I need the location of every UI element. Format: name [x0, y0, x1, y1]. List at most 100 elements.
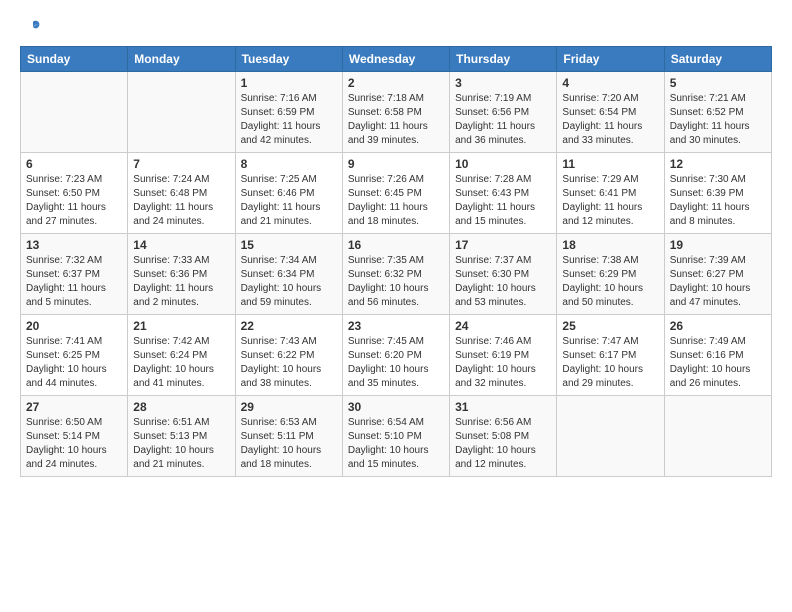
- day-number: 22: [241, 319, 337, 333]
- day-number: 20: [26, 319, 122, 333]
- day-info: Sunrise: 7:30 AM Sunset: 6:39 PM Dayligh…: [670, 173, 766, 229]
- day-number: 27: [26, 400, 122, 414]
- day-info: Sunrise: 7:49 AM Sunset: 6:16 PM Dayligh…: [670, 335, 766, 391]
- day-info: Sunrise: 7:25 AM Sunset: 6:46 PM Dayligh…: [241, 173, 337, 229]
- day-number: 17: [455, 238, 551, 252]
- calendar-cell: 26 Sunrise: 7:49 AM Sunset: 6:16 PM Dayli…: [664, 315, 771, 396]
- day-info: Sunrise: 7:38 AM Sunset: 6:29 PM Dayligh…: [562, 254, 658, 310]
- calendar-cell: 17 Sunrise: 7:37 AM Sunset: 6:30 PM Dayli…: [450, 234, 557, 315]
- day-number: 15: [241, 238, 337, 252]
- header-day-sunday: Sunday: [21, 47, 128, 72]
- day-number: 11: [562, 157, 658, 171]
- day-number: 28: [133, 400, 229, 414]
- calendar-cell: 16 Sunrise: 7:35 AM Sunset: 6:32 PM Dayli…: [342, 234, 449, 315]
- day-number: 26: [670, 319, 766, 333]
- header-day-monday: Monday: [128, 47, 235, 72]
- day-info: Sunrise: 7:24 AM Sunset: 6:48 PM Dayligh…: [133, 173, 229, 229]
- day-info: Sunrise: 7:29 AM Sunset: 6:41 PM Dayligh…: [562, 173, 658, 229]
- day-info: Sunrise: 6:50 AM Sunset: 5:14 PM Dayligh…: [26, 416, 122, 472]
- header: [20, 18, 772, 36]
- day-number: 19: [670, 238, 766, 252]
- calendar-cell: 21 Sunrise: 7:42 AM Sunset: 6:24 PM Dayli…: [128, 315, 235, 396]
- day-info: Sunrise: 7:16 AM Sunset: 6:59 PM Dayligh…: [241, 92, 337, 148]
- day-number: 31: [455, 400, 551, 414]
- day-info: Sunrise: 7:45 AM Sunset: 6:20 PM Dayligh…: [348, 335, 444, 391]
- day-info: Sunrise: 7:18 AM Sunset: 6:58 PM Dayligh…: [348, 92, 444, 148]
- calendar-cell: 19 Sunrise: 7:39 AM Sunset: 6:27 PM Dayli…: [664, 234, 771, 315]
- day-info: Sunrise: 6:54 AM Sunset: 5:10 PM Dayligh…: [348, 416, 444, 472]
- calendar-cell: 18Sunrise: 7:38 AM Sunset: 6:29 PM Dayli…: [557, 234, 664, 315]
- day-number: 6: [26, 157, 122, 171]
- day-number: 10: [455, 157, 551, 171]
- calendar-cell: 4 Sunrise: 7:20 AM Sunset: 6:54 PM Daylig…: [557, 72, 664, 153]
- week-row-1: 1Sunrise: 7:16 AM Sunset: 6:59 PM Daylig…: [21, 72, 772, 153]
- calendar-cell: 28 Sunrise: 6:51 AM Sunset: 5:13 PM Dayli…: [128, 396, 235, 477]
- day-number: 12: [670, 157, 766, 171]
- day-number: 30: [348, 400, 444, 414]
- day-info: Sunrise: 7:32 AM Sunset: 6:37 PM Dayligh…: [26, 254, 122, 310]
- day-number: 24: [455, 319, 551, 333]
- header-row: SundayMondayTuesdayWednesdayThursdayFrid…: [21, 47, 772, 72]
- day-info: Sunrise: 7:19 AM Sunset: 6:56 PM Dayligh…: [455, 92, 551, 148]
- day-number: 5: [670, 76, 766, 90]
- day-info: Sunrise: 7:21 AM Sunset: 6:52 PM Dayligh…: [670, 92, 766, 148]
- calendar-header: SundayMondayTuesdayWednesdayThursdayFrid…: [21, 47, 772, 72]
- calendar-cell: 15 Sunrise: 7:34 AM Sunset: 6:34 PM Dayli…: [235, 234, 342, 315]
- day-info: Sunrise: 7:37 AM Sunset: 6:30 PM Dayligh…: [455, 254, 551, 310]
- day-info: Sunrise: 7:20 AM Sunset: 6:54 PM Dayligh…: [562, 92, 658, 148]
- day-info: Sunrise: 6:51 AM Sunset: 5:13 PM Dayligh…: [133, 416, 229, 472]
- calendar-cell: 5 Sunrise: 7:21 AM Sunset: 6:52 PM Daylig…: [664, 72, 771, 153]
- day-info: Sunrise: 7:47 AM Sunset: 6:17 PM Dayligh…: [562, 335, 658, 391]
- logo-text: [20, 18, 44, 36]
- day-info: Sunrise: 7:39 AM Sunset: 6:27 PM Dayligh…: [670, 254, 766, 310]
- header-day-wednesday: Wednesday: [342, 47, 449, 72]
- calendar-cell: 14 Sunrise: 7:33 AM Sunset: 6:36 PM Dayli…: [128, 234, 235, 315]
- page: SundayMondayTuesdayWednesdayThursdayFrid…: [0, 0, 792, 487]
- day-number: 16: [348, 238, 444, 252]
- calendar-cell: 13 Sunrise: 7:32 AM Sunset: 6:37 PM Dayli…: [21, 234, 128, 315]
- day-info: Sunrise: 7:34 AM Sunset: 6:34 PM Dayligh…: [241, 254, 337, 310]
- calendar-cell: 22 Sunrise: 7:43 AM Sunset: 6:22 PM Dayli…: [235, 315, 342, 396]
- calendar-table: SundayMondayTuesdayWednesdayThursdayFrid…: [20, 46, 772, 477]
- day-number: 3: [455, 76, 551, 90]
- calendar-cell: 31 Sunrise: 6:56 AM Sunset: 5:08 PM Dayli…: [450, 396, 557, 477]
- day-info: Sunrise: 7:43 AM Sunset: 6:22 PM Dayligh…: [241, 335, 337, 391]
- header-day-thursday: Thursday: [450, 47, 557, 72]
- day-info: Sunrise: 7:46 AM Sunset: 6:19 PM Dayligh…: [455, 335, 551, 391]
- day-number: 23: [348, 319, 444, 333]
- day-info: Sunrise: 6:56 AM Sunset: 5:08 PM Dayligh…: [455, 416, 551, 472]
- week-row-4: 20Sunrise: 7:41 AM Sunset: 6:25 PM Dayli…: [21, 315, 772, 396]
- day-number: 13: [26, 238, 122, 252]
- week-row-5: 27 Sunrise: 6:50 AM Sunset: 5:14 PM Dayli…: [21, 396, 772, 477]
- day-info: Sunrise: 7:42 AM Sunset: 6:24 PM Dayligh…: [133, 335, 229, 391]
- calendar-cell: 3 Sunrise: 7:19 AM Sunset: 6:56 PM Daylig…: [450, 72, 557, 153]
- day-info: Sunrise: 6:53 AM Sunset: 5:11 PM Dayligh…: [241, 416, 337, 472]
- day-number: 9: [348, 157, 444, 171]
- calendar-cell: 7 Sunrise: 7:24 AM Sunset: 6:48 PM Daylig…: [128, 153, 235, 234]
- calendar-cell: 12 Sunrise: 7:30 AM Sunset: 6:39 PM Dayli…: [664, 153, 771, 234]
- day-number: 7: [133, 157, 229, 171]
- day-info: Sunrise: 7:28 AM Sunset: 6:43 PM Dayligh…: [455, 173, 551, 229]
- calendar-cell: 11 Sunrise: 7:29 AM Sunset: 6:41 PM Dayli…: [557, 153, 664, 234]
- calendar-cell: 23 Sunrise: 7:45 AM Sunset: 6:20 PM Dayli…: [342, 315, 449, 396]
- calendar-cell: 20Sunrise: 7:41 AM Sunset: 6:25 PM Dayli…: [21, 315, 128, 396]
- header-day-tuesday: Tuesday: [235, 47, 342, 72]
- day-number: 21: [133, 319, 229, 333]
- day-number: 25: [562, 319, 658, 333]
- day-number: 4: [562, 76, 658, 90]
- day-number: 14: [133, 238, 229, 252]
- calendar-cell: 8Sunrise: 7:25 AM Sunset: 6:46 PM Daylig…: [235, 153, 342, 234]
- week-row-2: 6 Sunrise: 7:23 AM Sunset: 6:50 PM Daylig…: [21, 153, 772, 234]
- calendar-cell: 27 Sunrise: 6:50 AM Sunset: 5:14 PM Dayli…: [21, 396, 128, 477]
- calendar-cell: [128, 72, 235, 153]
- calendar-cell: 2Sunrise: 7:18 AM Sunset: 6:58 PM Daylig…: [342, 72, 449, 153]
- calendar-cell: 24 Sunrise: 7:46 AM Sunset: 6:19 PM Dayli…: [450, 315, 557, 396]
- calendar-cell: 30 Sunrise: 6:54 AM Sunset: 5:10 PM Dayli…: [342, 396, 449, 477]
- week-row-3: 13 Sunrise: 7:32 AM Sunset: 6:37 PM Dayli…: [21, 234, 772, 315]
- day-info: Sunrise: 7:23 AM Sunset: 6:50 PM Dayligh…: [26, 173, 122, 229]
- calendar-cell: [557, 396, 664, 477]
- calendar-cell: 29 Sunrise: 6:53 AM Sunset: 5:11 PM Dayli…: [235, 396, 342, 477]
- day-number: 29: [241, 400, 337, 414]
- day-info: Sunrise: 7:33 AM Sunset: 6:36 PM Dayligh…: [133, 254, 229, 310]
- day-info: Sunrise: 7:35 AM Sunset: 6:32 PM Dayligh…: [348, 254, 444, 310]
